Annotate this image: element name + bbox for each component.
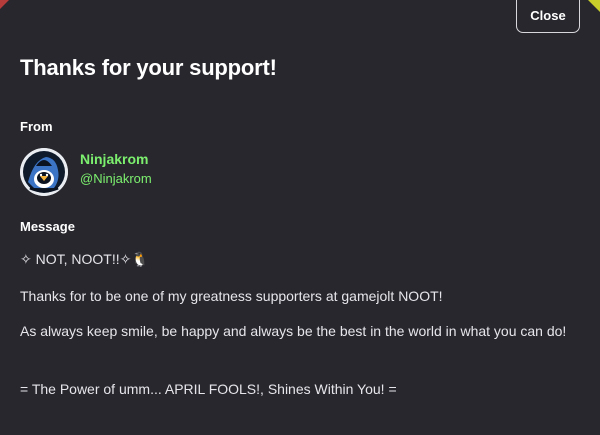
close-button[interactable]: Close [516, 0, 580, 33]
support-thanks-modal: Close Thanks for your support! From Ninj… [0, 0, 600, 435]
sender-display-name[interactable]: Ninjakrom [80, 151, 148, 167]
message-line: As always keep smile, be happy and alway… [20, 323, 567, 339]
message-line: = The Power of umm... APRIL FOOLS!, Shin… [20, 381, 397, 397]
modal-title: Thanks for your support! [20, 55, 277, 80]
penguin-avatar-icon [20, 148, 68, 196]
corner-decoration-right [588, 0, 600, 12]
message-label: Message [20, 219, 75, 234]
message-line: Thanks for to be one of my greatness sup… [20, 288, 443, 304]
avatar[interactable] [20, 148, 68, 196]
from-label: From [20, 119, 53, 134]
corner-decoration-left [0, 0, 9, 9]
message-line: ✧ NOT, NOOT!!✧🐧 [20, 251, 149, 267]
sender-username[interactable]: @Ninjakrom [80, 171, 152, 186]
